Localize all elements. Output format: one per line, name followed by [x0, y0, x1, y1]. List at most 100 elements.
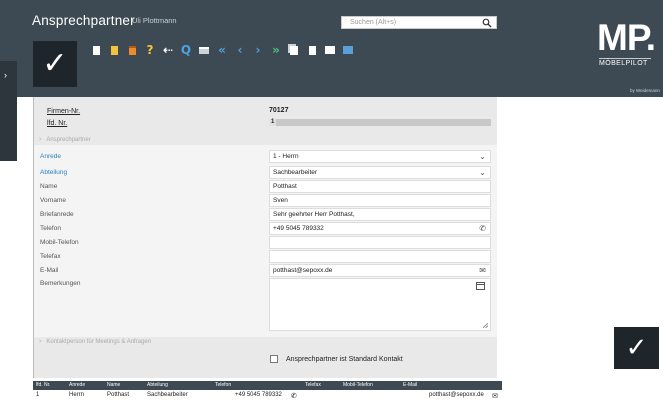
- column-header[interactable]: Mobil-Telefon: [343, 382, 373, 388]
- bemerkungen-label: Bemerkungen: [40, 280, 81, 287]
- resize-handle-icon[interactable]: [483, 323, 488, 328]
- telefax-label: Telefax: [40, 253, 61, 260]
- contact-form: Anrede 1 - Herrn ⌄ Abteilung Sachbearbei…: [33, 145, 497, 337]
- phone-icon[interactable]: ✆: [291, 392, 297, 400]
- email-field[interactable]: potthast@sepoxx.de ✉: [269, 264, 491, 277]
- logo-byline: by Weidemann: [630, 88, 660, 93]
- delete-icon[interactable]: [123, 43, 141, 57]
- section-kontaktpersonen[interactable]: › Kontaktperson für Meetings & Anfragen: [39, 338, 151, 345]
- vorname-label: Vorname: [40, 197, 67, 204]
- briefanrede-field[interactable]: Sehr geehrter Herr Potthast,: [269, 208, 491, 221]
- firmen-nr-value: 70127: [269, 107, 289, 114]
- mobil-label: Mobil-Telefon: [40, 239, 79, 246]
- column-header[interactable]: Name: [107, 382, 120, 388]
- cell-name: Potthast: [107, 392, 130, 398]
- cell-anrede: Herrn: [69, 392, 85, 398]
- standard-kontakt-label: Ansprechpartner ist Standard Kontakt: [286, 355, 403, 363]
- print-icon[interactable]: [195, 43, 213, 57]
- anrede-value: 1 - Herrn: [273, 153, 299, 160]
- bemerkungen-textarea[interactable]: [269, 278, 491, 331]
- standard-kontakt-checkbox[interactable]: [270, 355, 278, 363]
- column-header[interactable]: Abteilung: [147, 382, 168, 388]
- chevron-down-icon: ⌄: [479, 152, 486, 161]
- chevron-right-icon: ›: [39, 338, 42, 345]
- telefon-value: +49 5045 789332: [273, 225, 324, 232]
- lfd-nr-value: 1: [271, 119, 275, 125]
- book-icon[interactable]: [321, 43, 339, 57]
- first-icon[interactable]: «: [213, 43, 231, 57]
- back-icon[interactable]: ⇠: [159, 43, 177, 57]
- attachments-icon[interactable]: [303, 43, 321, 57]
- cell-nr: 1: [36, 392, 40, 398]
- user-name: Uli Plottmann: [132, 16, 177, 25]
- chevron-right-icon: ›: [4, 70, 7, 80]
- search-icon[interactable]: [482, 18, 492, 28]
- comment-icon[interactable]: [476, 282, 485, 290]
- name-field[interactable]: Potthast: [269, 180, 491, 193]
- logo-subtitle: MÖBELPILOT: [599, 60, 648, 67]
- abteilung-select[interactable]: Sachbearbeiter ⌄: [269, 166, 491, 179]
- record-progress: 1: [269, 119, 491, 126]
- name-value: Potthast: [273, 183, 297, 190]
- table-row[interactable]: 1 Herrn Potthast Sachbearbeiter +49 5045…: [33, 390, 502, 400]
- telefon-label: Telefon: [40, 225, 61, 232]
- email-label: E-Mail: [40, 267, 59, 274]
- mail-icon[interactable]: ✉: [479, 266, 486, 275]
- page-title: Ansprechpartner: [32, 13, 135, 28]
- cell-telefon: +49 5045 789332: [235, 392, 282, 398]
- standard-kontakt-option[interactable]: Ansprechpartner ist Standard Kontakt: [270, 355, 403, 363]
- anrede-label[interactable]: Anrede: [40, 153, 61, 160]
- new-doc-icon[interactable]: [87, 43, 105, 57]
- confirm-button[interactable]: ✓: [614, 327, 659, 369]
- column-header[interactable]: lfd. Nr.: [36, 382, 50, 388]
- documents-icon[interactable]: [285, 43, 303, 57]
- telefon-field[interactable]: +49 5045 789332 ✆: [269, 222, 491, 235]
- prev-icon[interactable]: ‹: [231, 43, 249, 57]
- panel-divider: [33, 97, 34, 378]
- logo-mark: MP.: [597, 17, 656, 58]
- chevron-right-icon: ›: [39, 136, 42, 143]
- phone-icon[interactable]: ✆: [479, 224, 486, 233]
- abteilung-value: Sachbearbeiter: [273, 169, 318, 176]
- sidebar-toggle[interactable]: ›: [0, 61, 17, 161]
- copy-doc-icon[interactable]: [105, 43, 123, 57]
- form-panel: Firmen-Nr. 70127 lfd. Nr. 1 › Ansprechpar…: [33, 97, 497, 378]
- briefanrede-value: Sehr geehrter Herr Potthast,: [273, 211, 355, 218]
- section-ansprechpartner[interactable]: › Ansprechpartner: [39, 136, 91, 143]
- column-header[interactable]: Telefax: [305, 382, 321, 388]
- section-kontaktpersonen-label: Kontaktperson für Meetings & Anfragen: [46, 339, 152, 345]
- tag-icon[interactable]: [339, 43, 357, 57]
- record-header: Firmen-Nr. 70127 lfd. Nr. 1: [33, 97, 497, 129]
- lfd-nr-label: lfd. Nr.: [47, 120, 68, 127]
- next-icon[interactable]: ›: [249, 43, 267, 57]
- abteilung-label[interactable]: Abteilung: [40, 169, 67, 176]
- chevron-down-icon: ⌄: [479, 168, 486, 177]
- app-root: Ansprechpartner Uli Plottmann Suchen (Al…: [0, 0, 663, 400]
- anrede-select[interactable]: 1 - Herrn ⌄: [269, 150, 491, 163]
- search-icon[interactable]: Q: [177, 43, 195, 57]
- toolbar: ? ⇠ Q « ‹ › »: [87, 43, 357, 57]
- logo: MP. MÖBELPILOT: [597, 17, 656, 78]
- name-label: Name: [40, 183, 58, 190]
- last-icon[interactable]: »: [267, 43, 285, 57]
- briefanrede-label: Briefanrede: [40, 211, 74, 218]
- section-ansprechpartner-label: Ansprechpartner: [46, 137, 91, 143]
- app-header: Ansprechpartner Uli Plottmann Suchen (Al…: [0, 0, 663, 97]
- telefax-field[interactable]: [269, 250, 491, 263]
- column-header[interactable]: Telefon: [215, 382, 231, 388]
- email-value: potthast@sepoxx.de: [273, 267, 333, 274]
- cell-email: potthast@sepoxx.de: [429, 392, 484, 398]
- mobil-field[interactable]: [269, 236, 491, 249]
- firmen-nr-label: Firmen-Nr.: [47, 108, 81, 115]
- column-header[interactable]: E-Mail: [403, 382, 417, 388]
- search-input[interactable]: Suchen (Alt+s): [341, 16, 497, 29]
- logo-divider: [599, 58, 651, 59]
- cell-abteilung: Sachbearbeiter: [147, 392, 188, 398]
- save-button[interactable]: ✓: [33, 41, 77, 87]
- mail-icon[interactable]: ✉: [492, 392, 498, 400]
- table-header: lfd. Nr. Anrede Name Abteilung Telefon T…: [33, 381, 502, 390]
- search-placeholder: Suchen (Alt+s): [350, 19, 397, 26]
- column-header[interactable]: Anrede: [69, 382, 85, 388]
- help-icon[interactable]: ?: [141, 43, 159, 57]
- vorname-field[interactable]: Sven: [269, 194, 491, 207]
